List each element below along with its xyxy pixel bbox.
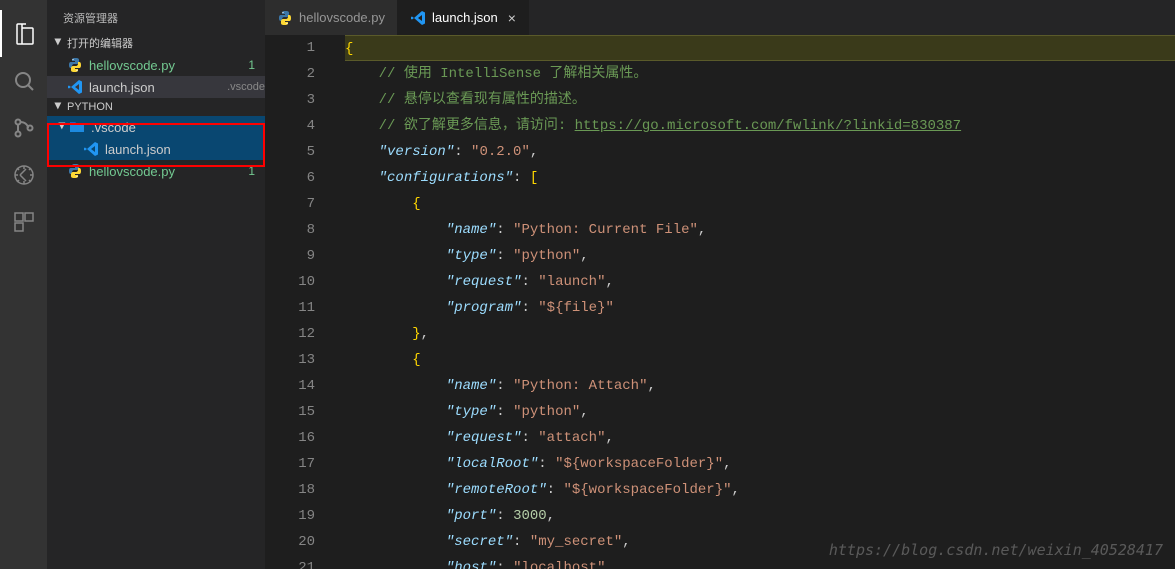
vscode-icon xyxy=(83,141,99,157)
tab-bar: hellovscode.py launch.json × xyxy=(265,0,1175,35)
activity-bar xyxy=(0,0,47,569)
project-header[interactable]: ▶ PYTHON xyxy=(47,98,265,116)
chevron-down-icon: ▶ xyxy=(53,102,64,112)
python-icon xyxy=(67,163,83,179)
chevron-down-icon: ▶ xyxy=(53,38,64,48)
vscode-icon xyxy=(67,79,83,95)
tab-hellovscode[interactable]: hellovscode.py xyxy=(265,0,398,35)
tab-launch-json[interactable]: launch.json × xyxy=(398,0,529,35)
line-numbers: 1 2 3 4 5 6 7 8 9 10 11 12 13 14 15 16 1… xyxy=(265,35,335,569)
open-editors-header[interactable]: ▶ 打开的编辑器 xyxy=(47,32,265,54)
folder-vscode[interactable]: ▶ .vscode xyxy=(47,116,265,138)
git-icon[interactable] xyxy=(0,104,47,151)
file-hellovscode[interactable]: hellovscode.py 1 xyxy=(47,160,265,182)
python-icon xyxy=(277,10,293,26)
folder-icon xyxy=(69,119,85,135)
editor-group: hellovscode.py launch.json × 1 2 3 4 5 6… xyxy=(265,0,1175,569)
code-editor[interactable]: 1 2 3 4 5 6 7 8 9 10 11 12 13 14 15 16 1… xyxy=(265,35,1175,569)
debug-icon[interactable] xyxy=(0,151,47,198)
extensions-icon[interactable] xyxy=(0,198,47,245)
code-content[interactable]: { // 使用 IntelliSense 了解相关属性。 // 悬停以查看现有属… xyxy=(335,35,1175,569)
open-editor-item[interactable]: launch.json .vscode xyxy=(47,76,265,98)
vscode-icon xyxy=(410,10,426,26)
explorer-sidebar: 资源管理器 ▶ 打开的编辑器 hellovscode.py 1 launch.j… xyxy=(47,0,265,569)
open-editor-item[interactable]: hellovscode.py 1 xyxy=(47,54,265,76)
explorer-icon[interactable] xyxy=(0,10,47,57)
file-launch-json[interactable]: launch.json xyxy=(47,138,265,160)
search-icon[interactable] xyxy=(0,57,47,104)
close-icon[interactable]: × xyxy=(508,10,516,26)
python-icon xyxy=(67,57,83,73)
chevron-down-icon: ▶ xyxy=(57,122,68,132)
sidebar-title: 资源管理器 xyxy=(47,0,265,32)
